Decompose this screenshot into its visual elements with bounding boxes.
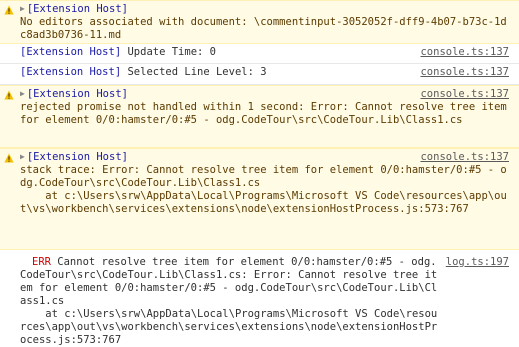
console-message-error-log[interactable]: ERR Cannot resolve tree item for element… bbox=[0, 250, 519, 347]
warning-icon bbox=[4, 5, 14, 15]
expand-arrow-icon[interactable]: ▶ bbox=[20, 87, 25, 100]
message-header: [Extension Host] Selected Line Level: 3 bbox=[20, 66, 267, 79]
message-tag: [Extension Host] bbox=[26, 3, 128, 15]
message-text: Cannot resolve tree item for element 0/0… bbox=[20, 256, 438, 346]
message-header: ▶ [Extension Host] bbox=[20, 88, 128, 101]
source-link[interactable]: console.ts:137 bbox=[420, 46, 509, 59]
message-text: rejected promise not handled within 1 se… bbox=[20, 101, 514, 126]
console-message-warning[interactable]: ▶ [Extension Host] No editors associated … bbox=[0, 0, 519, 44]
console-message-info[interactable]: [Extension Host] Selected Line Level: 3 … bbox=[0, 64, 519, 85]
message-text: Update Time: 0 bbox=[121, 46, 216, 58]
message-header: ▶ [Extension Host] bbox=[20, 3, 128, 16]
expand-arrow-icon[interactable]: ▶ bbox=[20, 150, 25, 163]
message-text: No editors associated with document: \co… bbox=[20, 16, 507, 41]
source-link[interactable]: console.ts:137 bbox=[420, 66, 509, 79]
message-body: ERR Cannot resolve tree item for element… bbox=[20, 256, 438, 347]
source-link[interactable]: log.ts:197 bbox=[446, 256, 509, 269]
source-link[interactable]: console.ts:137 bbox=[420, 88, 509, 101]
source-link[interactable]: console.ts:137 bbox=[420, 151, 509, 164]
warning-icon bbox=[4, 90, 14, 100]
devtools-console: ▶ [Extension Host] No editors associated … bbox=[0, 0, 519, 347]
message-tag: [Extension Host] bbox=[20, 66, 122, 78]
message-tag: [Extension Host] bbox=[26, 151, 128, 163]
console-message-info[interactable]: [Extension Host] Update Time: 0 console.… bbox=[0, 44, 519, 64]
message-header: ▶ [Extension Host] bbox=[20, 151, 128, 164]
console-message-warning[interactable]: ▶ [Extension Host] console.ts:137 rejecte… bbox=[0, 85, 519, 148]
message-tag: [Extension Host] bbox=[20, 46, 122, 58]
message-tag: [Extension Host] bbox=[26, 88, 128, 100]
console-message-warning[interactable]: ▶ [Extension Host] console.ts:137 stack t… bbox=[0, 148, 519, 250]
warning-icon bbox=[4, 153, 14, 163]
message-header: [Extension Host] Update Time: 0 bbox=[20, 46, 216, 59]
message-text: stack trace: Error: Cannot resolve tree … bbox=[20, 164, 507, 215]
expand-arrow-icon[interactable]: ▶ bbox=[20, 2, 25, 15]
message-text: Selected Line Level: 3 bbox=[121, 66, 267, 78]
error-label: ERR bbox=[32, 256, 51, 268]
